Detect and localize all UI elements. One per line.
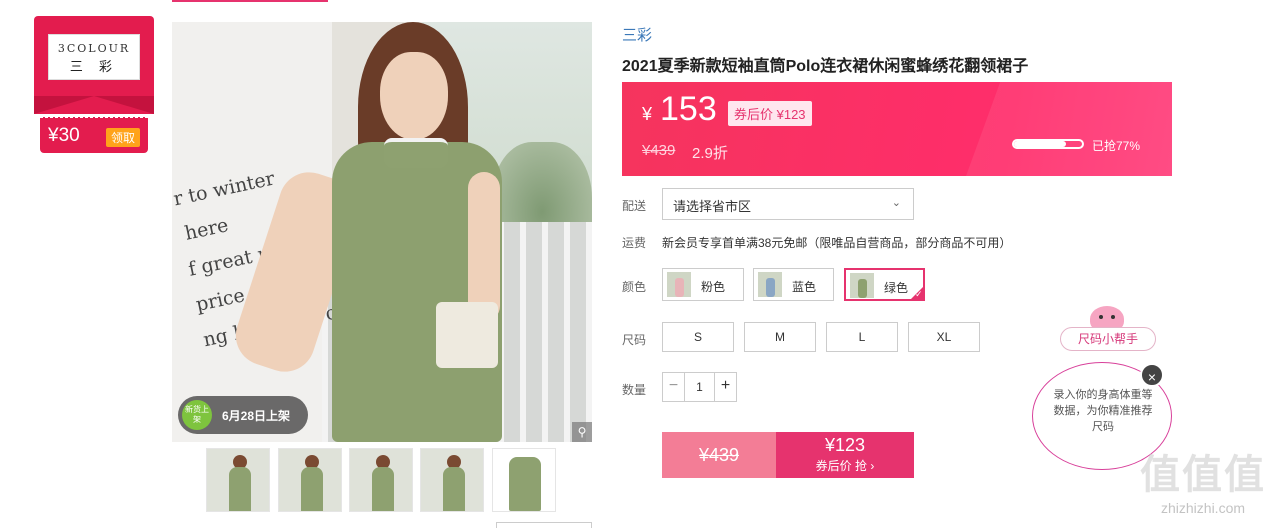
selected-check-icon — [909, 285, 925, 301]
quantity-value[interactable]: 1 — [685, 373, 714, 401]
brand-link[interactable]: 三彩 — [622, 24, 652, 45]
original-price: ¥439 — [642, 142, 676, 159]
brand-logo[interactable]: 3COLOUR 三 彩 — [48, 34, 140, 80]
model-face — [380, 52, 448, 140]
new-arrival-badge-icon: 新货上架 — [182, 400, 212, 430]
current-price: 153 — [660, 90, 717, 128]
price-panel-shine — [960, 82, 1172, 176]
size-option-xl[interactable]: XL — [908, 322, 980, 352]
product-title: 2021夏季新款短袖直筒Polo连衣裙休闲蜜蜂绣花翻领裙子 — [622, 58, 1029, 75]
region-select[interactable]: 请选择省市区 ⌄ — [662, 188, 914, 220]
thumbnail-1[interactable] — [206, 448, 270, 512]
currency-symbol: ¥ — [642, 104, 653, 124]
quantity-label: 数量 — [622, 383, 647, 397]
color-label: 颜色 — [622, 280, 647, 294]
model-bag — [436, 302, 498, 368]
size-option-m[interactable]: M — [744, 322, 816, 352]
buy-coupon-price: ¥123 — [824, 435, 866, 455]
buy-coupon-action: 券后价 抢 › — [815, 459, 875, 473]
mascot-eye — [1099, 315, 1103, 319]
model-collar — [384, 138, 448, 168]
buy-original-price-button[interactable]: ¥439 — [662, 432, 776, 478]
thumbnail-3[interactable] — [349, 448, 413, 512]
model-arm — [468, 172, 500, 322]
thumb-body — [372, 467, 394, 511]
sold-progress-label: 已抢77% — [1092, 139, 1141, 153]
color-option-label: 粉色 — [701, 280, 726, 294]
brand-logo-cn: 三 彩 — [69, 60, 119, 75]
buy-with-coupon-button[interactable]: ¥123 券后价 抢 › — [776, 432, 914, 478]
delivery-label: 配送 — [622, 199, 647, 213]
zoom-icon[interactable]: ⚲ — [572, 422, 592, 442]
quantity-stepper: − 1 + — [662, 372, 737, 402]
top-accent-bar — [172, 0, 328, 2]
color-option-blue[interactable]: 蓝色 — [753, 268, 834, 301]
brand-card-fold — [34, 96, 154, 114]
thumbnail-2[interactable] — [278, 448, 342, 512]
color-option-pink[interactable]: 粉色 — [662, 268, 744, 301]
swatch-figure — [766, 278, 775, 297]
size-option-l[interactable]: L — [826, 322, 898, 352]
mascot-eye — [1111, 315, 1115, 319]
watermark-domain: zhizhizhi.com — [1160, 500, 1246, 516]
size-helper-button[interactable]: 尺码小帮手 — [1060, 327, 1156, 351]
thumb-body — [301, 467, 323, 511]
size-label: 尺码 — [622, 333, 647, 347]
color-option-label: 蓝色 — [792, 280, 817, 294]
price-panel: ¥ 153 券后价 ¥123 ¥439 2.9折 已抢77% — [622, 82, 1172, 176]
thumb-body — [443, 467, 465, 511]
size-option-s[interactable]: S — [662, 322, 734, 352]
thumbnail-strip — [206, 448, 566, 514]
launch-date-badge: 新货上架 6月28日上架 — [178, 396, 308, 434]
thumb-body — [509, 457, 541, 511]
thumbnail-4[interactable] — [420, 448, 484, 512]
brand-coupon-amount: ¥30 — [48, 125, 80, 146]
thumb-body — [229, 467, 251, 511]
quantity-increase-button[interactable]: + — [714, 373, 736, 401]
swatch-figure — [858, 279, 867, 298]
color-option-label: 绿色 — [884, 281, 909, 295]
shipping-info: 新会员专享首单满38元免邮（限唯品自营商品，部分商品不可用） — [662, 236, 1012, 250]
next-section-edge — [496, 522, 592, 528]
product-main-image[interactable]: r to winter here f great material price … — [172, 22, 592, 442]
brand-coupon-strip: ¥30 领取 — [40, 117, 148, 153]
sold-progress-fill — [1014, 141, 1067, 147]
after-coupon-price-badge: 券后价 ¥123 — [728, 101, 812, 126]
color-swatch-image — [758, 272, 782, 297]
discount-rate: 2.9折 — [692, 145, 728, 162]
close-icon[interactable]: × — [1140, 363, 1164, 387]
brand-logo-en: 3COLOUR — [57, 42, 131, 55]
launch-date-text: 6月28日上架 — [222, 409, 291, 423]
thumbnail-5[interactable] — [492, 448, 556, 512]
sold-progress-bar — [1012, 139, 1084, 149]
swatch-figure — [675, 278, 684, 297]
color-swatch-image — [667, 272, 691, 297]
color-swatch-image — [850, 273, 874, 298]
brand-coupon-card[interactable]: 3COLOUR 三 彩 ¥30 领取 — [34, 16, 154, 154]
watermark-logo: 值值值 — [1140, 453, 1266, 497]
claim-coupon-button[interactable]: 领取 — [105, 128, 140, 147]
quantity-decrease-button[interactable]: − — [663, 373, 685, 401]
shipping-label: 运费 — [622, 236, 647, 250]
region-select-value: 请选择省市区 — [673, 199, 752, 214]
size-helper-text: 录入你的身高体重等数据，为你精准推荐尺码 — [1053, 389, 1153, 433]
chevron-down-icon: ⌄ — [891, 197, 901, 209]
color-option-green[interactable]: 绿色 — [844, 268, 925, 301]
site-watermark: 值值值 zhizhizhi.com — [1128, 442, 1278, 522]
